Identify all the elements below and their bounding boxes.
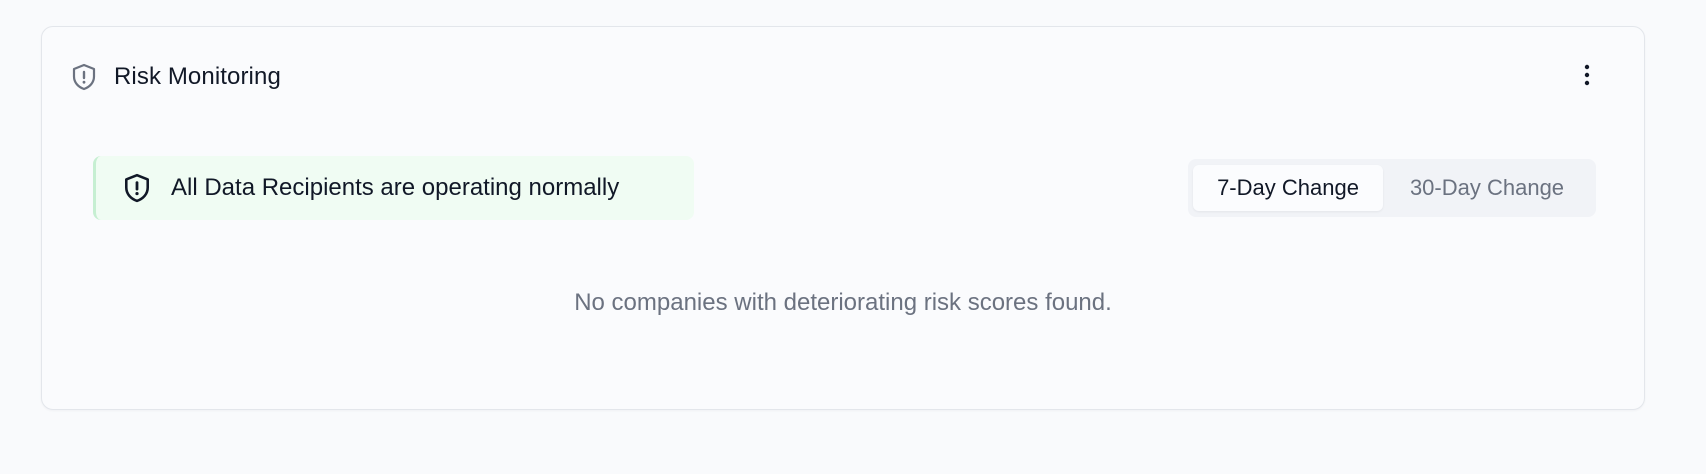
more-options-button[interactable] — [1572, 62, 1602, 92]
more-vertical-icon — [1584, 64, 1590, 91]
shield-alert-icon — [70, 63, 98, 91]
period-toggle: 7-Day Change 30-Day Change — [1188, 159, 1596, 217]
status-banner: All Data Recipients are operating normal… — [93, 156, 694, 220]
status-message: All Data Recipients are operating normal… — [171, 174, 620, 201]
card-header: Risk Monitoring — [70, 62, 1616, 92]
risk-monitoring-card: Risk Monitoring All Data Recipients are … — [41, 26, 1645, 410]
empty-state-message: No companies with deteriorating risk sco… — [574, 289, 1112, 316]
tab-30-day-change[interactable]: 30-Day Change — [1383, 165, 1591, 211]
shield-alert-icon — [122, 173, 152, 203]
tab-7-day-change[interactable]: 7-Day Change — [1193, 165, 1383, 211]
card-title: Risk Monitoring — [114, 63, 281, 90]
